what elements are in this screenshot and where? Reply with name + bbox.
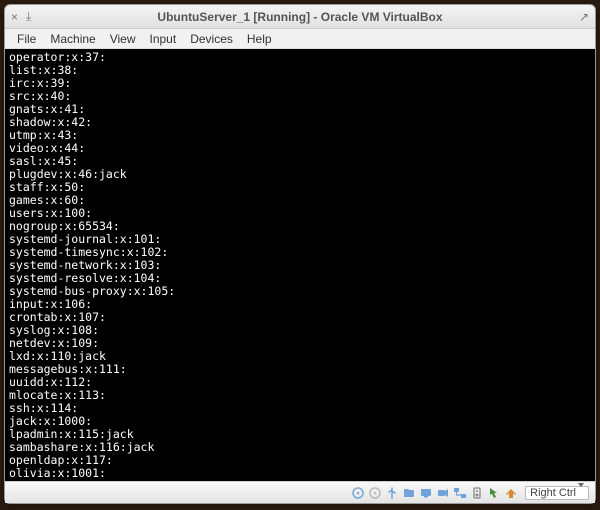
minimize-icon[interactable]: ⤓ [26, 9, 31, 24]
menu-input[interactable]: Input [144, 31, 183, 47]
menu-file[interactable]: File [11, 31, 42, 47]
menu-devices[interactable]: Devices [184, 31, 239, 47]
usb-icon[interactable] [385, 486, 399, 500]
host-key-indicator[interactable]: Right Ctrl [525, 486, 589, 500]
menu-help[interactable]: Help [241, 31, 278, 47]
hard-disk-icon[interactable] [351, 486, 365, 500]
recording-icon[interactable] [436, 486, 450, 500]
virtualbox-window: × ⤓ UbuntuServer_1 [Running] - Oracle VM… [4, 4, 596, 504]
menu-machine[interactable]: Machine [44, 31, 101, 47]
terminal-output[interactable]: operator:x:37: list:x:38: irc:x:39: src:… [5, 49, 595, 481]
titlebar: × ⤓ UbuntuServer_1 [Running] - Oracle VM… [5, 5, 595, 29]
keyboard-capture-icon[interactable] [504, 486, 518, 500]
resize-icon[interactable]: ↗ [579, 10, 589, 24]
audio-icon[interactable] [470, 486, 484, 500]
statusbar: Right Ctrl [5, 481, 595, 503]
close-icon[interactable]: × [11, 10, 18, 24]
display-icon[interactable] [419, 486, 433, 500]
menu-view[interactable]: View [104, 31, 142, 47]
optical-disk-icon[interactable] [368, 486, 382, 500]
menubar: File Machine View Input Devices Help [5, 29, 595, 49]
shared-folder-icon[interactable] [402, 486, 416, 500]
chevron-down-icon [578, 483, 584, 499]
host-key-label: Right Ctrl [530, 487, 576, 499]
network-icon[interactable] [453, 486, 467, 500]
window-title: UbuntuServer_1 [Running] - Oracle VM Vir… [5, 10, 595, 24]
mouse-integration-icon[interactable] [487, 486, 501, 500]
